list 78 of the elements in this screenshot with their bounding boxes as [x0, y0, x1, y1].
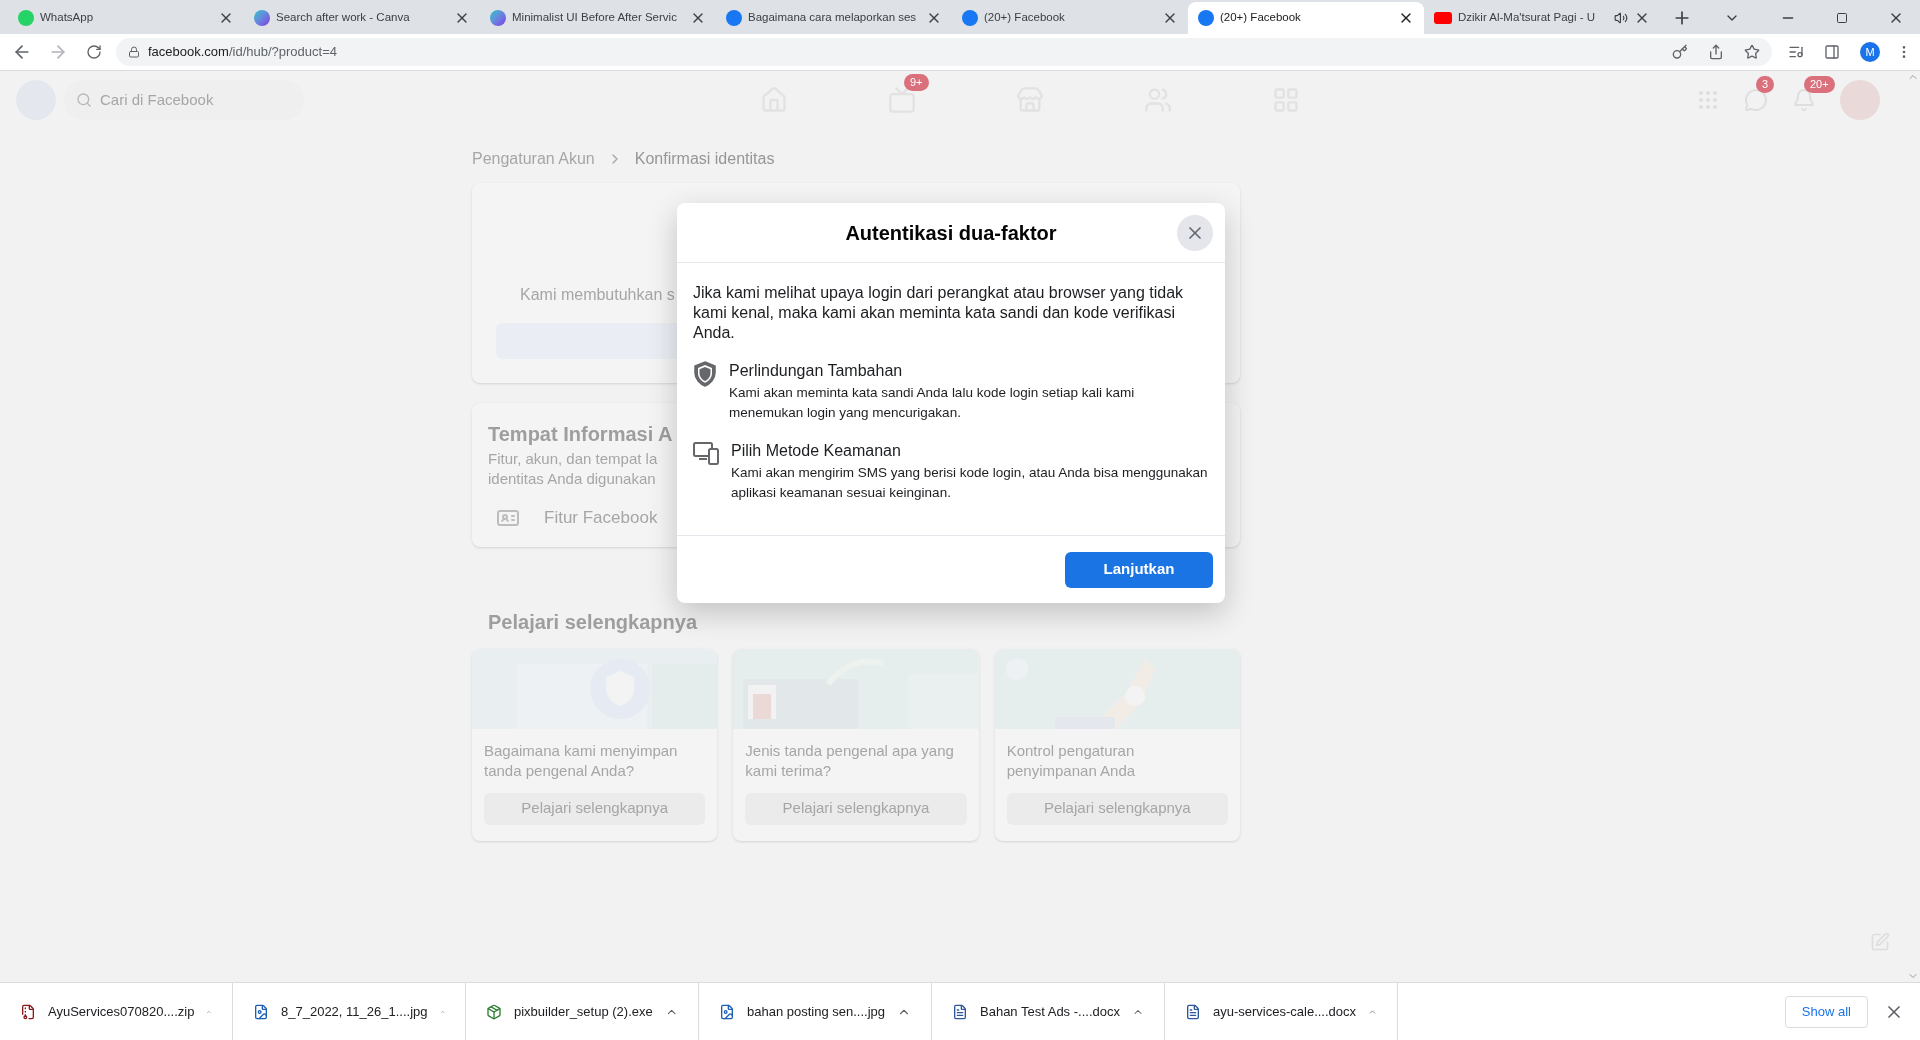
browser-tab[interactable]: (20+) Facebook: [952, 2, 1188, 34]
breadcrumb-current: Konfirmasi identitas: [634, 149, 775, 169]
browser-tab[interactable]: Minimalist UI Before After Servic: [480, 2, 716, 34]
youtube-icon: [1434, 12, 1452, 24]
browser-tab[interactable]: Bagaimana cara melaporkan ses: [716, 2, 952, 34]
continue-button[interactable]: Lanjutkan: [1065, 551, 1213, 588]
file-name: pixbuilder_setup (2).exe: [514, 1002, 653, 1021]
option-description: Kami akan mengirim SMS yang berisi kode login, atau Anda bisa menggunakan aplikasi keamanan sesuai keinginan.: [731, 464, 1209, 502]
video-icon[interactable]: [888, 86, 916, 114]
browser-tab[interactable]: (20+) Facebook: [1188, 2, 1424, 34]
tab-title: Minimalist UI Before After Servic: [512, 10, 678, 26]
dialog-description: Jika kami melihat upaya login dari perangkat atau browser yang tidak kami kenal, maka kami akan meminta kata sandi dan kode verifikasi Anda.: [693, 283, 1185, 343]
image-file-icon: [253, 1003, 269, 1020]
key-icon[interactable]: [1672, 44, 1688, 60]
article-title: Jenis tanda pengenal apa yang kami terima?: [744, 740, 955, 781]
notification-badge: 3: [1756, 76, 1775, 93]
side-panel-icon[interactable]: [1824, 44, 1840, 60]
shield-icon: [693, 361, 717, 387]
document-icon: [952, 1003, 968, 1020]
browser-tab[interactable]: Dzikir Al-Ma'tsurat Pagi - U: [1424, 2, 1660, 34]
share-icon[interactable]: [1708, 44, 1724, 60]
whatsapp-icon: [18, 10, 34, 26]
media-icon[interactable]: [1788, 44, 1804, 60]
download-item[interactable]: AyuServices070820....zip: [0, 983, 233, 1040]
download-item[interactable]: 8_7_2022, 11_26_1....jpg: [233, 983, 466, 1040]
download-item[interactable]: pixbuilder_setup (2).exe: [466, 983, 699, 1040]
search-placeholder: Cari di Facebook: [100, 89, 214, 110]
document-icon: [1185, 1003, 1201, 1020]
url-text: facebook.com/id/hub/?product=4: [148, 43, 337, 62]
facebook-icon: [1198, 10, 1214, 26]
restore-icon[interactable]: [1836, 12, 1848, 24]
section-title: Pelajari selengkapnya: [488, 609, 697, 635]
card-title: Tempat Informasi A: [488, 422, 673, 447]
download-item[interactable]: ayu-services-cale....docx: [1165, 983, 1398, 1040]
dialog-title: Autentikasi dua-faktor: [845, 220, 1057, 246]
facebook-icon: [962, 10, 978, 26]
tab-title: Dzikir Al-Ma'tsurat Pagi - U: [1458, 10, 1597, 26]
notification-badge: 20+: [1804, 76, 1835, 93]
notification-badge: 9+: [904, 74, 929, 91]
tab-title: (20+) Facebook: [1220, 10, 1302, 26]
canva-icon: [490, 10, 506, 26]
lock-icon: [128, 46, 140, 58]
file-name: bahan posting sen....jpg: [747, 1002, 886, 1021]
option-description: Kami akan meminta kata sandi Anda lalu kode login setiap kali kami menemukan login yang mencurigakan.: [729, 384, 1136, 422]
show-all-button[interactable]: Show all: [1784, 995, 1868, 1028]
address-bar[interactable]: facebook.com/id/hub/?product=4: [116, 38, 1772, 66]
file-name: Bahan Test Ads -....docx: [980, 1002, 1120, 1021]
browser-tab[interactable]: WhatsApp: [8, 2, 244, 34]
file-name: ayu-services-cale....docx: [1213, 1002, 1357, 1021]
card-description: Fitur, akun, dan tempat la: [488, 449, 658, 469]
tab-title: (20+) Facebook: [984, 10, 1066, 26]
card-text: Kami membutuhkan s: [520, 285, 675, 305]
archive-icon: [20, 1003, 36, 1020]
tab-title: WhatsApp: [40, 10, 95, 26]
download-item[interactable]: bahan posting sen....jpg: [699, 983, 932, 1040]
browser-tab[interactable]: Search after work - Canva: [244, 2, 480, 34]
card-description: identitas Anda digunakan: [488, 469, 656, 489]
installer-icon: [486, 1003, 502, 1020]
search-icon: [76, 92, 92, 108]
article-title: Bagaimana kami menyimpan tanda pengenal Anda?: [483, 740, 679, 781]
profile-avatar[interactable]: M: [1860, 42, 1880, 62]
bell-icon[interactable]: [1792, 88, 1816, 112]
article-title: Kontrol pengaturan penyimpanan Anda: [1005, 740, 1137, 781]
bookmark-star-icon[interactable]: [1744, 44, 1760, 60]
facebook-icon: [726, 10, 742, 26]
image-file-icon: [719, 1003, 735, 1020]
devices-icon: [693, 441, 719, 465]
messenger-icon[interactable]: [1744, 88, 1768, 112]
option-title: Perlindungan Tambahan: [729, 361, 904, 381]
file-name: 8_7_2022, 11_26_1....jpg: [281, 1002, 428, 1021]
download-item[interactable]: Bahan Test Ads -....docx: [932, 983, 1165, 1040]
close-button[interactable]: [1177, 215, 1213, 251]
file-name: AyuServices070820....zip: [48, 1002, 195, 1021]
canva-icon: [254, 10, 270, 26]
tab-title: Bagaimana cara melaporkan ses: [748, 10, 918, 26]
option-title: Pilih Metode Keamanan: [731, 441, 902, 461]
tab-title: Search after work - Canva: [276, 10, 411, 26]
reload-icon[interactable]: [86, 44, 102, 60]
